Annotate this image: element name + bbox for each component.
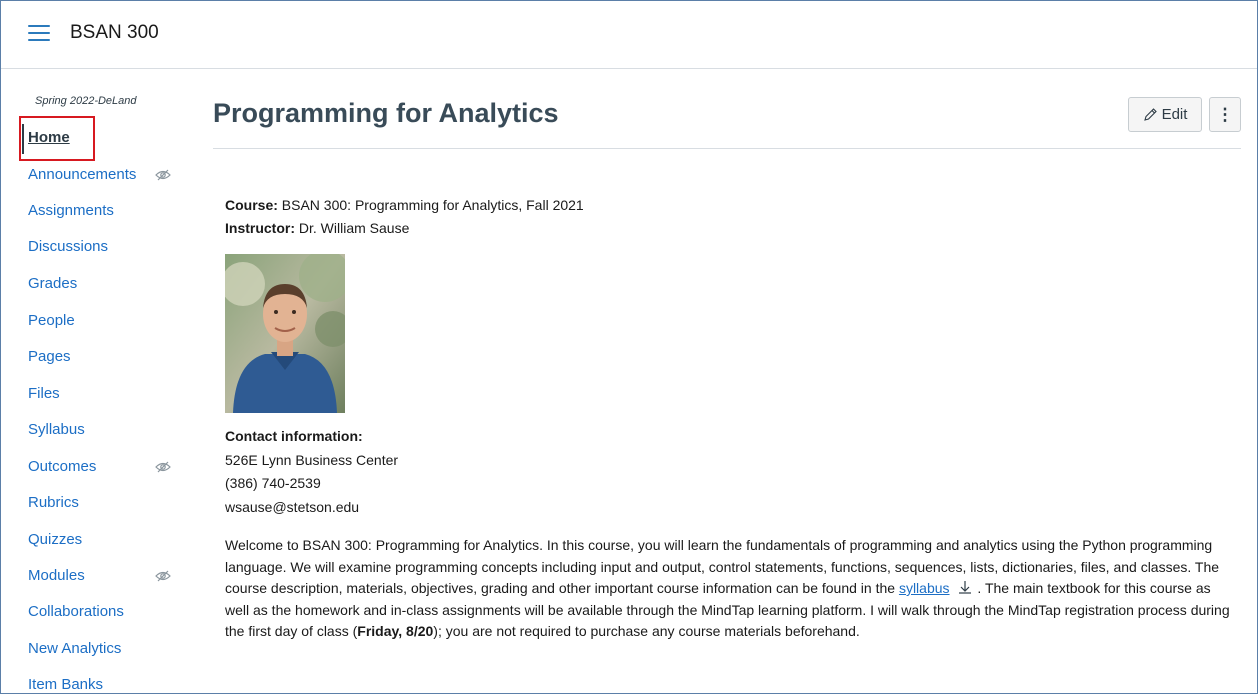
eye-slash-icon (155, 169, 171, 181)
sidebar-item-grades[interactable]: Grades (28, 272, 178, 296)
sidebar-item-files[interactable]: Files (28, 382, 178, 406)
edit-button[interactable]: Edit (1128, 97, 1202, 132)
course-code-breadcrumb[interactable]: BSAN 300 (70, 22, 159, 44)
edit-button-label: Edit (1161, 106, 1188, 123)
sidebar-item-pages[interactable]: Pages (28, 345, 178, 369)
welcome-text-3: ); you are not required to purchase any … (433, 623, 860, 639)
contact-phone: (386) 740-2539 (225, 475, 321, 491)
instructor-label: Instructor: (225, 220, 295, 236)
browser-frame: BSAN 300 Spring 2022-DeLand Home Announc… (0, 0, 1258, 694)
page-title: Programming for Analytics (213, 98, 559, 128)
eye-slash-icon (155, 461, 171, 473)
eye-slash-icon (155, 570, 171, 582)
first-class-date: Friday, 8/20 (357, 623, 434, 639)
contact-email: wsause@stetson.edu (225, 499, 360, 515)
hamburger-menu-icon[interactable] (28, 22, 50, 42)
instructor-photo (225, 254, 345, 413)
contact-address: 526E Lynn Business Center (225, 452, 399, 468)
welcome-paragraph: Welcome to BSAN 300: Programming for Ana… (225, 535, 1235, 643)
sidebar-item-collaborations[interactable]: Collaborations (28, 600, 178, 624)
course-label: Course: (225, 197, 278, 213)
sidebar-item-new-analytics[interactable]: New Analytics (28, 637, 178, 661)
course-value: BSAN 300: Programming for Analytics, Fal… (277, 197, 584, 213)
more-options-button[interactable]: ⋮ (1209, 97, 1241, 132)
contact-heading: Contact information: (225, 428, 363, 444)
instructor-line: Instructor: Dr. William Sause (225, 220, 409, 236)
download-icon[interactable] (956, 580, 974, 594)
sidebar-item-item-banks[interactable]: Item Banks (28, 673, 178, 693)
sidebar-item-discussions[interactable]: Discussions (28, 235, 178, 259)
sidebar-item-quizzes[interactable]: Quizzes (28, 528, 178, 552)
kebab-menu-icon: ⋮ (1216, 104, 1234, 124)
instructor-value: Dr. William Sause (295, 220, 410, 236)
sidebar-item-rubrics[interactable]: Rubrics (28, 491, 178, 515)
top-bar: BSAN 300 (1, 1, 1257, 69)
pencil-icon (1143, 108, 1157, 121)
home-highlight-box (19, 116, 95, 161)
syllabus-link[interactable]: syllabus (899, 580, 950, 596)
sidebar-item-people[interactable]: People (28, 309, 178, 333)
course-line: Course: BSAN 300: Programming for Analyt… (225, 197, 584, 213)
course-navigation: Spring 2022-DeLand Home Announcements As… (1, 69, 191, 693)
title-divider (213, 148, 1241, 149)
sidebar-item-assignments[interactable]: Assignments (28, 199, 178, 223)
term-label: Spring 2022-DeLand (35, 95, 137, 107)
sidebar-item-syllabus[interactable]: Syllabus (28, 418, 178, 442)
